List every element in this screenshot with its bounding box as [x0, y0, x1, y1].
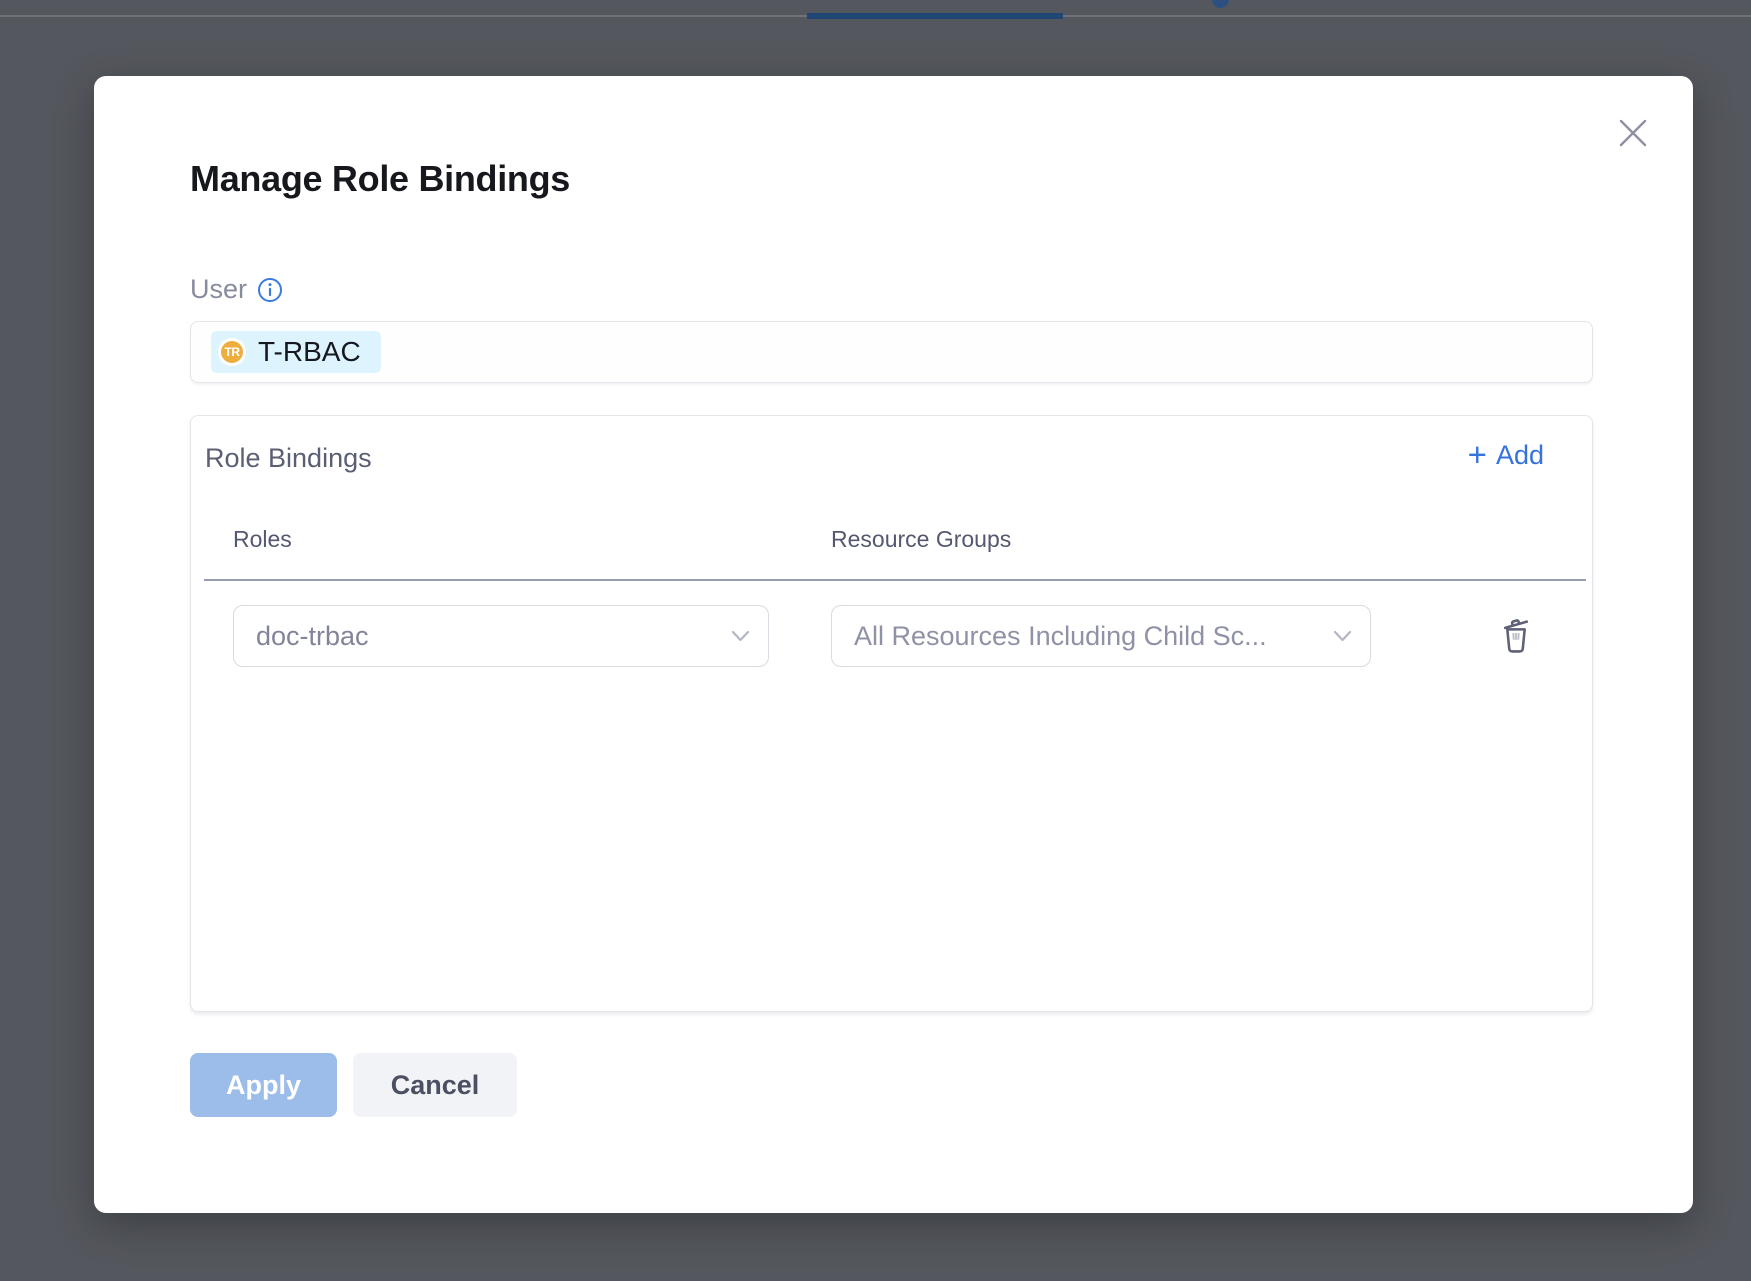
- role-bindings-panel: Role Bindings + Add Roles Resource Group…: [190, 415, 1593, 1012]
- role-select-value: doc-trbac: [256, 621, 369, 652]
- chevron-down-icon: [731, 630, 750, 642]
- add-button-label: Add: [1496, 440, 1544, 471]
- info-icon[interactable]: [257, 277, 283, 303]
- trash-icon: [1498, 616, 1534, 656]
- resource-group-select-value: All Resources Including Child Sc...: [854, 621, 1267, 652]
- role-select[interactable]: doc-trbac: [233, 605, 769, 667]
- screen-overlay: Manage Role Bindings User TR T-RBAC Role…: [0, 0, 1751, 1281]
- resource-group-select[interactable]: All Resources Including Child Sc...: [831, 605, 1371, 667]
- manage-role-bindings-dialog: Manage Role Bindings User TR T-RBAC Role…: [94, 76, 1693, 1213]
- user-chip[interactable]: TR T-RBAC: [211, 331, 381, 373]
- add-role-binding-button[interactable]: + Add: [1468, 440, 1544, 471]
- role-bindings-title: Role Bindings: [205, 443, 372, 474]
- apply-button[interactable]: Apply: [190, 1053, 337, 1117]
- background-partial-icon: [1212, 0, 1229, 8]
- background-active-tab-indicator: [807, 13, 1063, 19]
- close-icon: [1614, 114, 1652, 152]
- dialog-title: Manage Role Bindings: [190, 158, 570, 200]
- plus-icon: +: [1468, 441, 1487, 468]
- user-field-label: User: [190, 274, 247, 305]
- column-header-resource-groups: Resource Groups: [831, 526, 1011, 553]
- table-header-divider: [204, 579, 1586, 581]
- chevron-down-icon: [1333, 630, 1352, 642]
- user-input[interactable]: TR T-RBAC: [190, 321, 1593, 383]
- close-button[interactable]: [1607, 107, 1659, 159]
- user-avatar: TR: [218, 338, 246, 366]
- column-header-roles: Roles: [233, 526, 292, 553]
- user-chip-label: T-RBAC: [258, 336, 361, 368]
- delete-role-binding-button[interactable]: [1492, 610, 1540, 662]
- user-field-label-row: User: [190, 274, 283, 305]
- cancel-button[interactable]: Cancel: [353, 1053, 517, 1117]
